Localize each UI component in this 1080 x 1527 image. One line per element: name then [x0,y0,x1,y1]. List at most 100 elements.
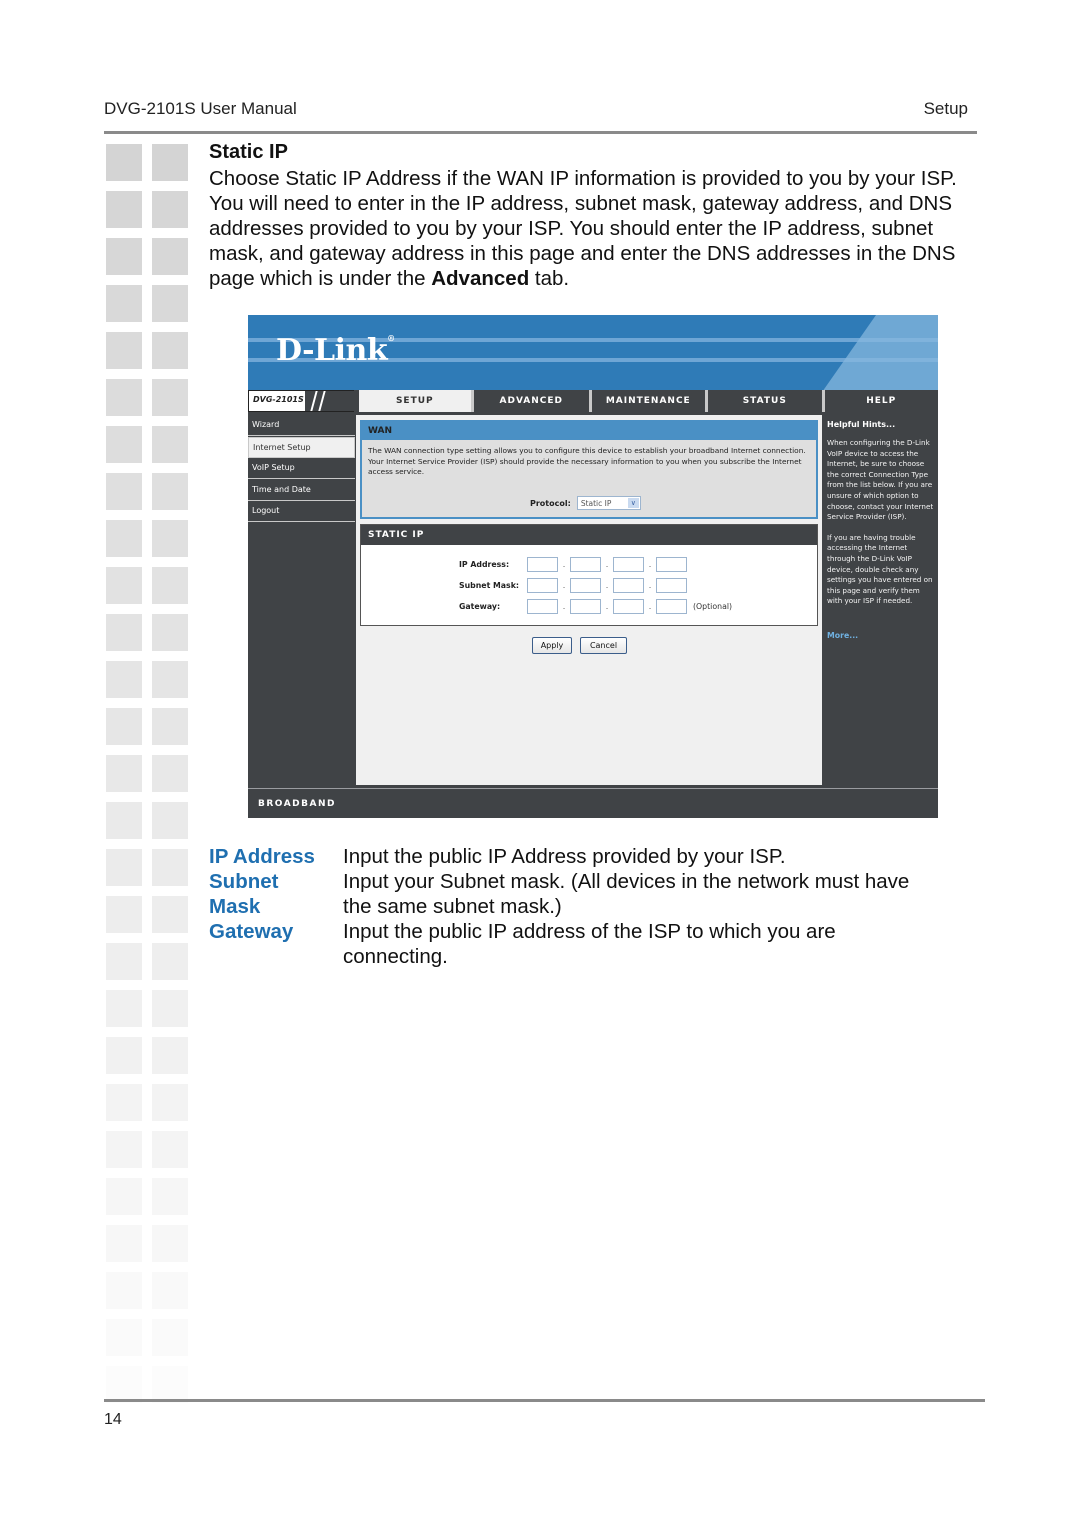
subnet-mask-octet-1[interactable] [527,578,558,593]
tab-setup[interactable]: SETUP [355,390,472,412]
definition-term-subnet: Subnet [209,870,279,893]
decorative-square-row [106,755,190,792]
decorative-square-row [106,567,190,604]
decorative-square-row [106,896,190,933]
router-screenshot: D-Link® DVG-2101S SETUP ADVANCED MAINTEN… [248,315,938,818]
sidebar-item-internet-setup[interactable]: Internet Setup [248,436,355,458]
protocol-select[interactable]: Static IP ∨ [576,496,641,510]
static-ip-panel-title: STATIC IP [361,525,817,545]
decorative-square [152,614,188,651]
tab-maintenance[interactable]: MAINTENANCE [588,390,706,412]
content-area: WAN The WAN connection type setting allo… [356,415,822,785]
decorative-square [152,896,188,933]
decorative-square [152,755,188,792]
decorative-square [152,238,188,275]
sidebar-item-voip-setup[interactable]: VoIP Setup [248,458,355,479]
sidebar-item-time-and-date[interactable]: Time and Date [248,479,355,501]
ip-address-octet-4[interactable] [656,557,687,572]
router-footer: BROADBAND [248,788,938,818]
subnet-mask-octet-3[interactable] [613,578,644,593]
sidebar-item-logout[interactable]: Logout [248,501,355,522]
decorative-square-row [106,1319,190,1356]
broadband-label: BROADBAND [258,799,336,809]
ip-address-octet-3[interactable] [613,557,644,572]
decorative-square [152,1319,188,1356]
decorative-square-row [106,285,190,322]
slash-decoration [305,391,355,411]
decorative-square-row [106,191,190,228]
decorative-square [106,238,142,275]
decorative-square [152,332,188,369]
registered-mark: ® [387,333,395,343]
decorative-square [152,943,188,980]
subnet-mask-octet-2[interactable] [570,578,601,593]
gateway-octet-3[interactable] [613,599,644,614]
intro-bold-advanced: Advanced [431,267,530,290]
gateway-row: Gateway: . . . (Optional) [459,599,732,614]
manual-title: DVG-2101S User Manual [104,99,297,118]
sidebar-nav: Wizard Internet Setup VoIP Setup Time an… [248,415,355,523]
decorative-square [106,379,142,416]
apply-button[interactable]: Apply [532,637,572,654]
decorative-square [152,473,188,510]
decorative-square [152,567,188,604]
decorative-square [106,520,142,557]
decorative-square-row [106,849,190,886]
decorative-square [152,379,188,416]
more-hints-link[interactable]: More... [827,631,934,640]
decorative-square [152,708,188,745]
tab-help[interactable]: HELP [821,390,939,412]
gateway-optional-note: (Optional) [693,602,733,611]
subnet-mask-row: Subnet Mask: . . . [459,578,687,593]
decorative-square [106,1319,142,1356]
decorative-squares [106,144,190,1413]
decorative-square [152,144,188,181]
subnet-mask-octet-4[interactable] [656,578,687,593]
decorative-square [106,567,142,604]
decorative-square [152,1178,188,1215]
decorative-square [152,1084,188,1121]
gateway-octet-1[interactable] [527,599,558,614]
decorative-square [106,708,142,745]
definition-subnet-mask-cont: the same subnet mask.) [343,895,562,918]
chevron-down-icon[interactable]: ∨ [627,498,639,508]
decorative-square-row [106,1178,190,1215]
model-name: DVG-2101S [253,395,304,404]
decorative-square [106,1225,142,1262]
gateway-octet-2[interactable] [570,599,601,614]
decorative-square [106,802,142,839]
decorative-square-row [106,379,190,416]
decorative-square [152,849,188,886]
decorative-square [152,1131,188,1168]
octet-separator: . [605,602,609,611]
decorative-square [152,191,188,228]
decorative-square [152,520,188,557]
dlink-logo: D-Link® [276,333,395,368]
intro-paragraph: Choose Static IP Address if the WAN IP i… [209,166,979,291]
decorative-square-row [106,802,190,839]
tab-status[interactable]: STATUS [705,390,822,412]
decorative-square [106,661,142,698]
helpful-hints-title: Helpful Hints... [827,420,896,429]
decorative-square-row [106,1366,190,1403]
decorative-square [106,473,142,510]
decorative-square [106,614,142,651]
decorative-square-row [106,473,190,510]
sidebar-item-wizard[interactable]: Wizard [248,415,355,436]
decorative-square-row [106,426,190,463]
octet-separator: . [648,560,652,569]
ip-address-octet-2[interactable] [570,557,601,572]
hint-paragraph: If you are having trouble accessing the … [827,532,933,606]
cancel-button[interactable]: Cancel [580,637,627,654]
gateway-octet-4[interactable] [656,599,687,614]
decorative-square-row [106,661,190,698]
tab-advanced[interactable]: ADVANCED [471,390,588,412]
decorative-square [152,285,188,322]
page-number: 14 [104,1411,122,1428]
octet-separator: . [605,560,609,569]
decorative-square [152,990,188,1027]
ip-address-octet-1[interactable] [527,557,558,572]
decorative-square [152,1037,188,1074]
header-divider [104,131,977,134]
definition-subnet-mask: Input your Subnet mask. (All devices in … [343,870,910,893]
